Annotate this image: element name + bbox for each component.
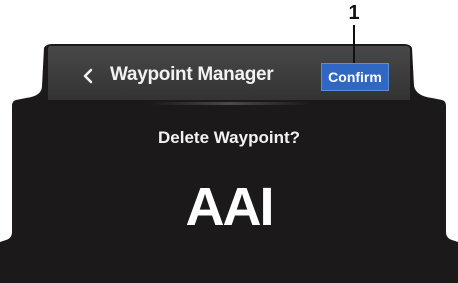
waypoint-name: AAI xyxy=(185,177,275,237)
chevron-left-icon[interactable] xyxy=(78,64,98,88)
page-title: Waypoint Manager xyxy=(110,64,274,85)
header-separator xyxy=(150,102,310,105)
dialog-title: Delete Waypoint? xyxy=(158,128,300,147)
callout-number: 1 xyxy=(348,2,360,24)
confirm-button[interactable]: Confirm xyxy=(321,63,389,91)
callout-leader-line xyxy=(353,25,355,67)
